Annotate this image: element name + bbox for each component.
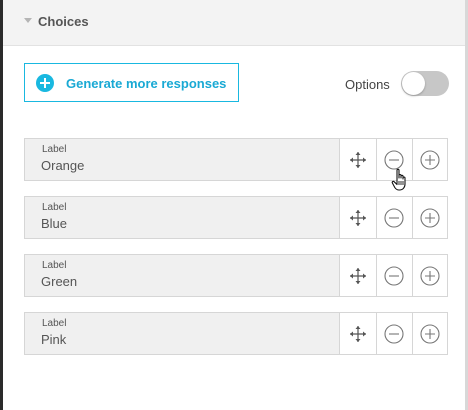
move-icon	[350, 267, 366, 284]
generate-more-responses-label: Generate more responses	[66, 76, 227, 91]
add-choice-button[interactable]	[412, 255, 448, 296]
field-value: Green	[41, 274, 78, 289]
choice-label-field[interactable]: Label Green	[25, 255, 340, 296]
options-toggle[interactable]	[401, 71, 449, 96]
toggle-knob	[402, 72, 425, 95]
field-value: Blue	[41, 216, 68, 231]
field-label: Label	[42, 202, 67, 213]
field-value: Pink	[41, 332, 67, 347]
choice-row: Label Green	[24, 254, 448, 297]
move-handle[interactable]	[340, 255, 377, 296]
add-outline-circle-icon	[420, 323, 440, 344]
choice-label-field[interactable]: Label Pink	[25, 313, 340, 354]
move-icon	[350, 151, 366, 168]
hand-cursor-icon	[391, 168, 406, 191]
remove-circle-icon	[384, 323, 404, 344]
move-handle[interactable]	[340, 313, 377, 354]
choice-row: Label Blue	[24, 196, 448, 239]
choice-label-field[interactable]: Label Orange	[25, 139, 340, 180]
remove-choice-button[interactable]	[376, 313, 413, 354]
caret-down-icon	[24, 18, 32, 23]
add-outline-circle-icon	[420, 265, 440, 286]
field-value: Orange	[41, 158, 85, 173]
remove-circle-icon	[384, 265, 404, 286]
field-label: Label	[42, 260, 67, 271]
field-label: Label	[42, 318, 67, 329]
add-outline-circle-icon	[420, 149, 440, 170]
add-choice-button[interactable]	[412, 139, 448, 180]
move-handle[interactable]	[340, 139, 377, 180]
generate-more-responses-button[interactable]: Generate more responses	[24, 63, 239, 102]
remove-circle-icon	[384, 207, 404, 228]
remove-choice-button[interactable]	[376, 255, 413, 296]
add-choice-button[interactable]	[412, 313, 448, 354]
section-title: Choices	[38, 14, 89, 29]
field-label: Label	[42, 144, 67, 155]
choice-row: Label Pink	[24, 312, 448, 355]
add-circle-icon	[36, 74, 54, 92]
remove-circle-icon	[384, 149, 404, 170]
move-handle[interactable]	[340, 197, 377, 238]
choice-label-field[interactable]: Label Blue	[25, 197, 340, 238]
choices-panel: Choices Generate more responses Options …	[3, 0, 465, 410]
add-outline-circle-icon	[420, 207, 440, 228]
add-choice-button[interactable]	[412, 197, 448, 238]
options-label: Options	[345, 77, 390, 92]
section-header[interactable]: Choices	[3, 0, 465, 46]
move-icon	[350, 209, 366, 226]
move-icon	[350, 325, 366, 342]
choice-row: Label Orange	[24, 138, 448, 181]
remove-choice-button[interactable]	[376, 197, 413, 238]
